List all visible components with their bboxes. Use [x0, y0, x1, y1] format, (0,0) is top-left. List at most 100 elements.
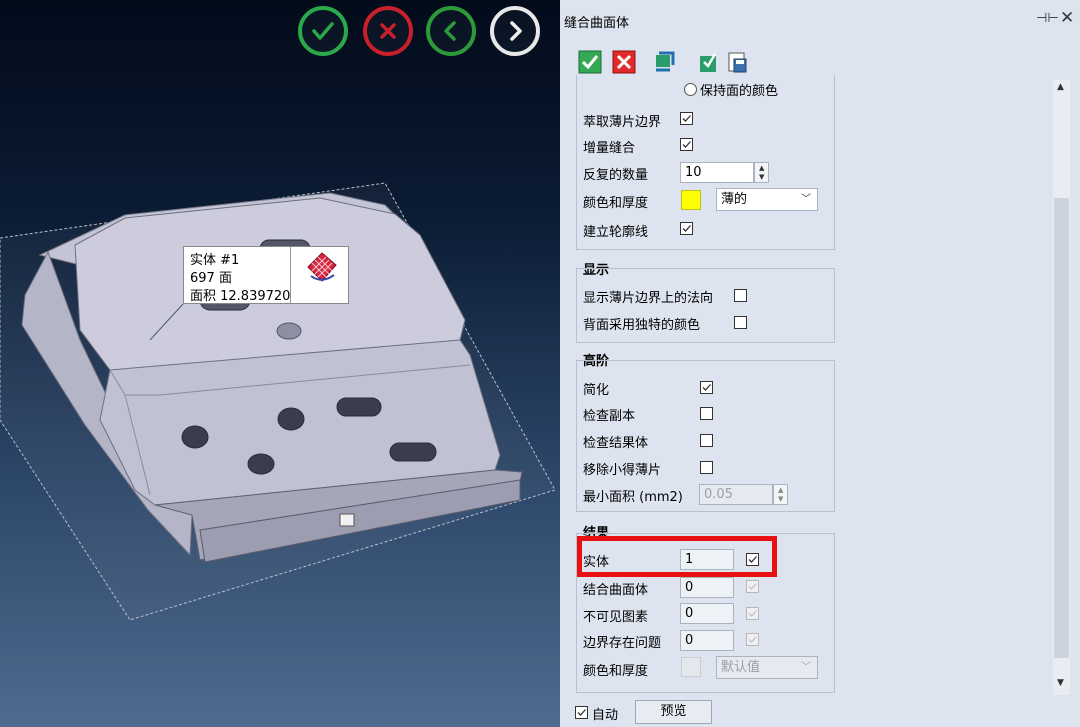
invisible-checkbox: [746, 607, 759, 620]
iterations-spinner[interactable]: ▲ ▼: [754, 162, 769, 183]
check-icon: [578, 50, 602, 74]
invisible-count-field: 0: [680, 603, 734, 624]
backface-color-checkbox[interactable]: [734, 316, 747, 329]
entity-tooltip: 实体 #1 697 面 面积 12.839720: [183, 246, 349, 304]
color-thickness-label: 颜色和厚度: [583, 196, 649, 211]
check-icon: [748, 636, 757, 643]
model-view[interactable]: [0, 0, 560, 727]
scrollbar-thumb[interactable]: [1054, 198, 1069, 658]
simplify-checkbox[interactable]: [700, 381, 713, 394]
check-icon: [577, 709, 586, 716]
result-thickness-select: 默认值 ﹀: [716, 656, 818, 679]
sheet-body-icon: [307, 252, 337, 282]
combined-count-field: 0: [680, 577, 734, 598]
result-color-label: 颜色和厚度: [583, 664, 649, 679]
invisible-label: 不可见图素: [583, 610, 649, 625]
iterations-input[interactable]: 10: [680, 162, 754, 183]
check-icon: [682, 141, 691, 148]
save-icon: [728, 52, 747, 73]
model-tab: [339, 513, 355, 527]
cancel-button[interactable]: [363, 6, 413, 56]
extract-sheet-boundary-checkbox[interactable]: [680, 112, 693, 125]
check-icon: [702, 384, 711, 391]
radio-keep-face-color[interactable]: 保持面的颜色: [684, 80, 778, 99]
solid-checkbox[interactable]: [746, 553, 759, 566]
result-default-value: 默认值: [721, 660, 761, 675]
ok-button[interactable]: [298, 6, 348, 56]
thickness-value: 薄的: [721, 192, 748, 207]
chevron-left-icon: [444, 21, 456, 41]
graphics-viewport[interactable]: 实体 #1 697 面 面积 12.839720: [0, 0, 560, 727]
apply-button[interactable]: [696, 50, 720, 74]
keep-face-color-label: 保持面的颜色: [700, 84, 779, 99]
pin-icon[interactable]: ⊣⊢: [1036, 11, 1059, 26]
result-color-swatch: [681, 657, 701, 677]
check-icon: [748, 610, 757, 617]
check-icon: [682, 225, 691, 232]
chevron-down-icon: ﹀: [801, 194, 811, 205]
check-result-checkbox[interactable]: [700, 434, 713, 447]
chevron-right-icon: [510, 21, 522, 41]
combined-label: 结合曲面体: [583, 583, 649, 598]
refresh-icon: [656, 51, 675, 72]
scroll-down-icon[interactable]: ▼: [1057, 678, 1064, 688]
model-hole: [276, 322, 302, 340]
thickness-select[interactable]: 薄的 ﹀: [716, 188, 818, 211]
close-icon[interactable]: ✕: [1060, 8, 1074, 28]
remove-small-checkbox[interactable]: [700, 461, 713, 474]
check-icon: [682, 115, 691, 122]
model-hole: [247, 453, 275, 475]
tooltip-divider: [290, 247, 291, 303]
cancel-button[interactable]: [612, 50, 636, 74]
extract-sheet-boundary-label: 萃取薄片边界: [583, 115, 662, 130]
scroll-up-icon[interactable]: ▲: [1057, 82, 1064, 92]
check-icon: [312, 22, 334, 40]
tooltip-faces: 697 面: [190, 271, 232, 286]
check-duplicates-checkbox[interactable]: [700, 407, 713, 420]
back-button[interactable]: [426, 6, 476, 56]
vertical-scrollbar[interactable]: ▲ ▼: [1053, 80, 1070, 695]
spin-up-icon[interactable]: ▲: [778, 486, 783, 494]
show-normals-label: 显示薄片边界上的法向: [583, 291, 714, 306]
close-icon: [612, 50, 636, 74]
color-swatch[interactable]: [681, 190, 701, 210]
ok-button[interactable]: [578, 50, 602, 74]
create-outline-label: 建立轮廓线: [583, 225, 649, 240]
tooltip-entity: 实体 #1: [190, 253, 240, 268]
solid-count-field: 1: [680, 549, 734, 570]
check-icon: [748, 583, 757, 590]
remove-small-label: 移除小得薄片: [583, 463, 662, 478]
save-button[interactable]: [725, 50, 749, 74]
min-area-input[interactable]: 0.05: [699, 484, 773, 505]
combined-checkbox: [746, 580, 759, 593]
dialog-title: 缝合曲面体: [564, 16, 630, 31]
incremental-stitch-checkbox[interactable]: [680, 138, 693, 151]
apply-icon: [700, 53, 717, 72]
spin-down-icon[interactable]: ▼: [778, 495, 783, 503]
min-area-label: 最小面积 (mm2): [583, 490, 683, 505]
boundary-checkbox: [746, 633, 759, 646]
auto-checkbox[interactable]: [575, 706, 588, 719]
check-icon: [748, 556, 757, 563]
spin-down-icon[interactable]: ▼: [759, 173, 764, 181]
model-slot: [389, 442, 437, 462]
show-normals-checkbox[interactable]: [734, 289, 747, 302]
model-hole: [277, 407, 305, 431]
close-icon: [380, 23, 396, 39]
create-outline-checkbox[interactable]: [680, 222, 693, 235]
spin-up-icon[interactable]: ▲: [759, 164, 764, 172]
chevron-down-icon: ﹀: [801, 662, 811, 673]
forward-button[interactable]: [490, 6, 540, 56]
radio-button[interactable]: [684, 83, 697, 96]
boundary-count-field: 0: [680, 630, 734, 651]
auto-label: 自动: [592, 708, 619, 723]
preview-button[interactable]: 预览: [635, 700, 712, 724]
tooltip-area: 面积 12.839720: [190, 289, 291, 304]
min-area-spinner[interactable]: ▲ ▼: [773, 484, 788, 505]
simplify-label: 简化: [583, 383, 610, 398]
model-hole: [181, 425, 209, 449]
reselect-button[interactable]: [653, 50, 677, 74]
check-result-label: 检查结果体: [583, 436, 649, 451]
dialog-titlebar: 缝合曲面体 ⊣⊢ ✕: [560, 0, 1080, 38]
backface-color-label: 背面采用独特的颜色: [583, 318, 701, 333]
